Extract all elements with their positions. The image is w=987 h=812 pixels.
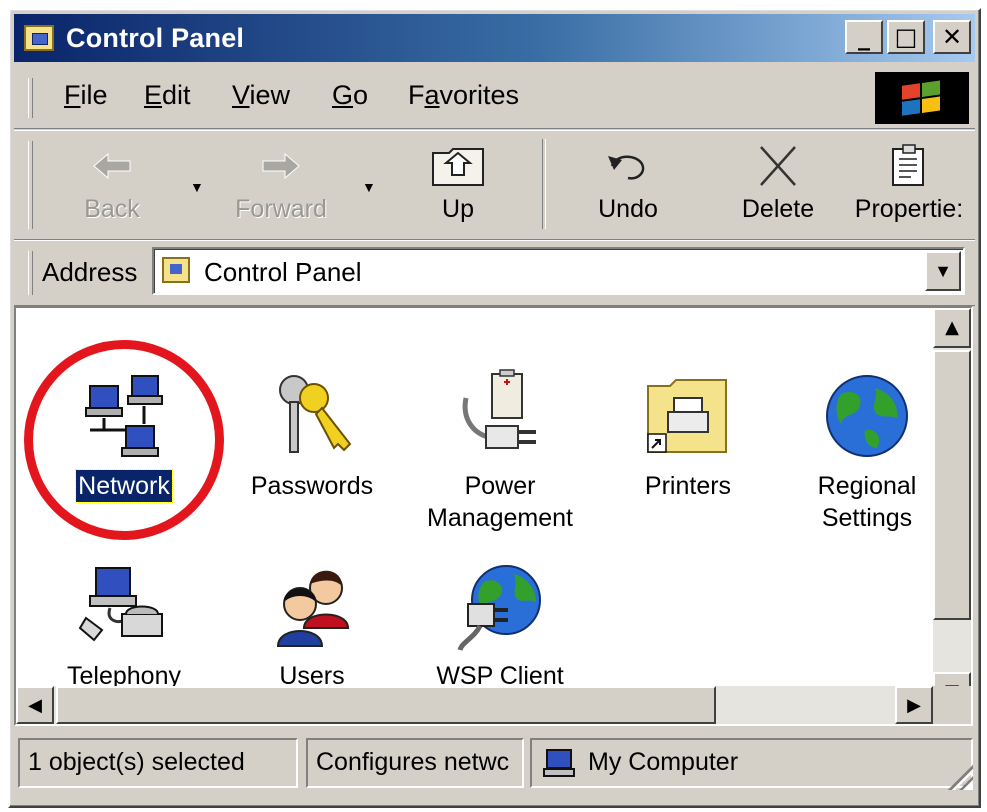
address-bar: Address Control Panel ▼ bbox=[14, 240, 975, 306]
delete-x-icon bbox=[730, 137, 826, 195]
menu-grip[interactable] bbox=[28, 78, 33, 118]
menu-file[interactable]: File bbox=[64, 80, 108, 111]
close-button[interactable]: ✕ bbox=[933, 20, 971, 54]
up-folder-icon bbox=[418, 137, 498, 195]
scroll-corner bbox=[933, 686, 971, 724]
up-button[interactable]: Up bbox=[418, 137, 498, 224]
window-title: Control Panel bbox=[66, 22, 245, 53]
status-bar: 1 object(s) selected Configures netwc My… bbox=[14, 734, 975, 794]
item-label: Printers bbox=[644, 472, 732, 500]
back-label: Back bbox=[84, 195, 140, 223]
item-users[interactable]: Users bbox=[232, 558, 392, 692]
item-printers[interactable]: Printers bbox=[608, 368, 768, 502]
properties-label: Propertie: bbox=[854, 195, 964, 223]
items-view: Network Passwords Power Management Print… bbox=[14, 306, 973, 726]
scroll-left-button[interactable]: ◀ bbox=[16, 686, 54, 724]
status-zone: My Computer bbox=[530, 738, 973, 788]
forward-dropdown-icon[interactable]: ▼ bbox=[362, 179, 376, 195]
up-label: Up bbox=[442, 195, 474, 223]
item-network[interactable]: Network bbox=[44, 368, 204, 503]
item-passwords[interactable]: Passwords bbox=[232, 368, 392, 502]
printer-folder-icon bbox=[640, 368, 736, 464]
menu-edit[interactable]: Edit bbox=[144, 80, 191, 111]
address-grip[interactable] bbox=[28, 251, 33, 295]
item-label: Passwords bbox=[250, 472, 374, 500]
resize-grip[interactable] bbox=[945, 762, 973, 790]
menu-go[interactable]: Go bbox=[332, 80, 368, 111]
minimize-button[interactable]: _ bbox=[845, 20, 883, 54]
forward-arrow-icon bbox=[226, 137, 336, 195]
standard-toolbar: Back ▼ Forward ▼ Up Undo Delete Properti… bbox=[14, 130, 975, 240]
telephony-icon bbox=[76, 558, 172, 654]
scroll-up-button[interactable]: ▲ bbox=[933, 308, 971, 348]
status-zone-label: My Computer bbox=[588, 748, 739, 776]
item-label: Power Management bbox=[427, 472, 573, 532]
wsp-client-icon bbox=[452, 558, 548, 654]
item-power-management[interactable]: Power Management bbox=[420, 368, 580, 534]
vertical-scroll-thumb[interactable] bbox=[933, 350, 971, 620]
item-label: Network bbox=[75, 469, 173, 503]
back-dropdown-icon[interactable]: ▼ bbox=[190, 179, 204, 195]
network-icon bbox=[76, 368, 172, 464]
forward-button[interactable]: Forward bbox=[226, 137, 336, 224]
title-bar[interactable]: Control Panel _ □ ✕ bbox=[14, 14, 975, 62]
address-field[interactable]: Control Panel ▼ bbox=[152, 247, 965, 295]
address-value: Control Panel bbox=[204, 257, 362, 287]
back-button[interactable]: Back bbox=[72, 137, 152, 224]
menu-bar: File Edit View Go Favorites bbox=[14, 68, 975, 129]
properties-button[interactable]: Propertie: bbox=[846, 137, 972, 224]
my-computer-icon bbox=[542, 748, 576, 778]
address-label: Address bbox=[42, 257, 138, 287]
undo-icon bbox=[580, 137, 676, 195]
keys-icon bbox=[264, 368, 360, 464]
status-selection: 1 object(s) selected bbox=[18, 738, 298, 788]
control-panel-icon bbox=[24, 25, 54, 51]
users-icon bbox=[264, 558, 360, 654]
power-plug-icon bbox=[452, 368, 548, 464]
item-label: Regional Settings bbox=[817, 472, 917, 532]
globe-icon bbox=[819, 368, 915, 464]
toolbar-separator bbox=[542, 139, 546, 229]
forward-label: Forward bbox=[235, 195, 327, 223]
status-description: Configures netwc bbox=[306, 738, 524, 788]
item-regional-settings[interactable]: Regional Settings bbox=[792, 368, 942, 534]
maximize-button[interactable]: □ bbox=[887, 20, 925, 54]
delete-button[interactable]: Delete bbox=[730, 137, 826, 224]
undo-label: Undo bbox=[598, 195, 658, 223]
control-panel-window: Control Panel _ □ ✕ File Edit View Go Fa… bbox=[8, 8, 981, 808]
horizontal-scroll-thumb[interactable] bbox=[56, 686, 716, 724]
delete-label: Delete bbox=[741, 195, 815, 223]
address-dropdown-button[interactable]: ▼ bbox=[925, 251, 961, 291]
windows-logo-icon bbox=[875, 72, 969, 124]
horizontal-scrollbar[interactable]: ◀ ▶ bbox=[16, 686, 933, 724]
properties-icon bbox=[846, 137, 972, 195]
vertical-scrollbar[interactable]: ▲ ▼ bbox=[933, 308, 971, 712]
item-wsp-client[interactable]: WSP Client bbox=[420, 558, 580, 692]
item-telephony[interactable]: Telephony bbox=[44, 558, 204, 692]
back-arrow-icon bbox=[72, 137, 152, 195]
toolbar-grip[interactable] bbox=[28, 141, 33, 229]
menu-favorites[interactable]: Favorites bbox=[408, 80, 519, 111]
scroll-right-button[interactable]: ▶ bbox=[895, 686, 933, 724]
menu-view[interactable]: View bbox=[232, 80, 290, 111]
control-panel-folder-icon bbox=[162, 257, 190, 283]
undo-button[interactable]: Undo bbox=[580, 137, 676, 224]
